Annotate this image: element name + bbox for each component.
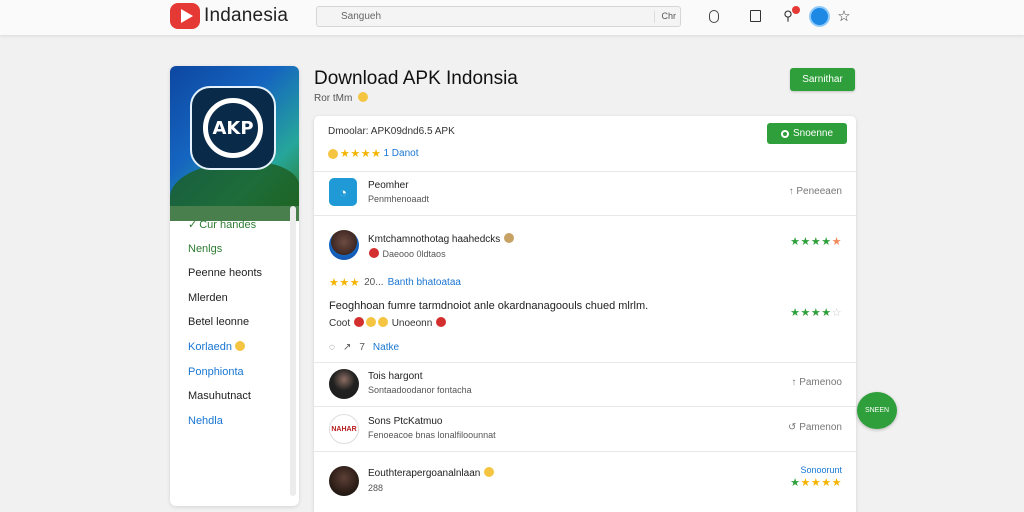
search-option[interactable]: Chr: [654, 11, 676, 23]
rating-link[interactable]: 1 Danot: [383, 148, 418, 159]
brand[interactable]: Indanesia: [170, 3, 288, 29]
item-action[interactable]: ↑ Peneeaen: [789, 186, 842, 197]
install-button[interactable]: Snoenne: [767, 123, 847, 144]
search-input[interactable]: [341, 9, 641, 24]
user-avatar: [329, 369, 359, 399]
review-actions: ◌ ↗ 7 Natke: [329, 342, 399, 353]
star-icon[interactable]: ☆: [836, 8, 852, 25]
review-item: Kmtchamnothotag haahedcks Daeooo 0ldtaos…: [314, 216, 856, 363]
item-title: Tois hargont: [368, 371, 423, 382]
apps-icon[interactable]: [747, 8, 763, 24]
star-rating-icon: ★★★: [329, 277, 361, 289]
list-item[interactable]: Eouthterapergoanalnlaan 288 Sonoorunt ★★…: [314, 452, 856, 512]
sidebar-item-label: Masuhutnact: [188, 390, 251, 403]
app-logo-icon: AKP: [190, 86, 276, 170]
list-item[interactable]: NAHAR Sons PtcKatmuo Fenoeacoe bnas lona…: [314, 407, 856, 452]
sidebar-item-label: Korlaedn: [188, 340, 233, 353]
play-logo-icon: [170, 3, 200, 29]
item-subtitle: Sontaadoodanor fontacha: [368, 385, 472, 395]
user-avatar: [329, 466, 359, 496]
sidebar-item-label: Betel leonne: [188, 316, 250, 329]
sidebar-item-7[interactable]: Masuhutnact: [188, 390, 262, 415]
reply-link[interactable]: Natke: [373, 342, 399, 353]
notification-badge: [792, 6, 800, 14]
sidebar-item-8[interactable]: Nehdla: [188, 415, 262, 440]
app-banner: AKP: [170, 66, 299, 221]
item-title: Eouthterapergoanalnlaan: [368, 467, 495, 479]
star-rating-icon: ★★★★: [340, 148, 382, 160]
sidebar-item-label: Nehdla: [188, 414, 223, 427]
item-subtitle: 288: [368, 483, 384, 493]
download-info: Dmoolar: APK09dnd6.5 APK: [328, 126, 455, 137]
refresh-icon: ↺: [788, 422, 797, 433]
review-rating-2: ★★★★☆: [790, 307, 842, 319]
item-subtitle: Fenoeacoe bnas lonalfiloounnat: [368, 430, 496, 440]
item-action[interactable]: ↺ Pamenon: [788, 422, 842, 433]
sidebar-scrollbar[interactable]: [290, 206, 296, 496]
sidebar-item-6[interactable]: Ponphionta: [188, 366, 262, 391]
item-action[interactable]: ↑ Pamenoo: [791, 377, 842, 388]
like-icon[interactable]: ◌: [329, 342, 335, 353]
app-icon: ◔: [329, 178, 357, 206]
review-text: Feoghhoan fumre tarmdnoiot anle okardnan…: [329, 300, 649, 312]
coin-icon: [235, 340, 246, 351]
sidebar-item-label: Cur handes: [199, 219, 257, 231]
header-rating: ★★★★ 1 Danot: [328, 147, 418, 160]
check-icon: ✓: [188, 219, 198, 231]
page-title: Download APK Indonsia: [314, 68, 518, 89]
coin-icon: [358, 92, 369, 102]
download-icon: [780, 129, 789, 138]
list-item[interactable]: Tois hargont Sontaadoodanor fontacha ↑ P…: [314, 363, 856, 407]
sidebar-menu: ✓ Cur handes Nenlgs Peenne heonts Mlerden…: [188, 218, 262, 439]
sidebar-item-1[interactable]: Nenlgs: [188, 243, 262, 268]
rating-link[interactable]: Banth bhatoataa: [388, 277, 461, 288]
review-rating: ★★★★★: [790, 236, 842, 248]
sidebar-item-2[interactable]: Peenne heonts: [188, 267, 262, 292]
item-title: Peomher: [368, 180, 409, 191]
upload-icon: ↑: [791, 377, 797, 388]
sidebar-item-5[interactable]: Korlaedn: [188, 340, 262, 366]
page-subtitle: Ror tMm: [314, 92, 369, 104]
sidebar-item-label: Mlerden: [188, 291, 228, 304]
list-item[interactable]: ◔ Peomher Penmhenoaadt ↑ Peneeaen: [314, 172, 856, 216]
item-rating: ★★★★★: [790, 477, 842, 489]
brand-name: Indanesia: [204, 5, 289, 26]
reviewer-avatar[interactable]: [329, 230, 359, 260]
mic-icon[interactable]: [706, 8, 722, 24]
coin-icon: [328, 148, 338, 159]
review-text-2: Coot Unoeonn: [329, 317, 447, 329]
brand-avatar: NAHAR: [329, 414, 359, 444]
emoji-icon: [369, 248, 379, 258]
primary-action-button[interactable]: Sarnithar: [790, 68, 855, 91]
item-label[interactable]: Sonoorunt: [800, 465, 842, 475]
sidebar-item-label: Nenlgs: [188, 242, 223, 255]
emoji-icon: [504, 233, 515, 243]
reviewer-name: Kmtchamnothotag haahedcks: [368, 233, 515, 245]
reply-icon[interactable]: ↗: [343, 342, 351, 353]
emoji-icon: [484, 467, 495, 477]
upload-icon: ↑: [788, 186, 794, 197]
sidebar-item-label: Peenne heonts: [188, 267, 263, 280]
top-bar: Indanesia Chr ⚲ ☆: [0, 0, 1024, 36]
floating-action-button[interactable]: SNEEN: [857, 392, 897, 429]
sidebar-item-label: Ponphionta: [188, 365, 244, 378]
app-sidebar: AKP ✓ Cur handes Nenlgs Peenne heonts Mle…: [170, 66, 299, 506]
user-avatar[interactable]: [809, 6, 830, 27]
sidebar-item-3[interactable]: Mlerden: [188, 292, 262, 317]
item-title: Sons PtcKatmuo: [368, 416, 443, 427]
sidebar-item-4[interactable]: Betel leonne: [188, 316, 262, 341]
sub-rating: ★★★ 20... Banth bhatoataa: [329, 277, 461, 289]
item-subtitle: Penmhenoaadt: [368, 194, 430, 204]
details-card: Dmoolar: APK09dnd6.5 APK ★★★★ 1 Danot Sn…: [314, 116, 856, 512]
reply-count: 7: [359, 342, 365, 353]
reviewer-meta: Daeooo 0ldtaos: [368, 248, 446, 259]
sidebar-item-0[interactable]: ✓ Cur handes: [188, 218, 262, 243]
card-header: Dmoolar: APK09dnd6.5 APK ★★★★ 1 Danot Sn…: [314, 116, 856, 172]
search-box[interactable]: Chr: [316, 6, 681, 27]
